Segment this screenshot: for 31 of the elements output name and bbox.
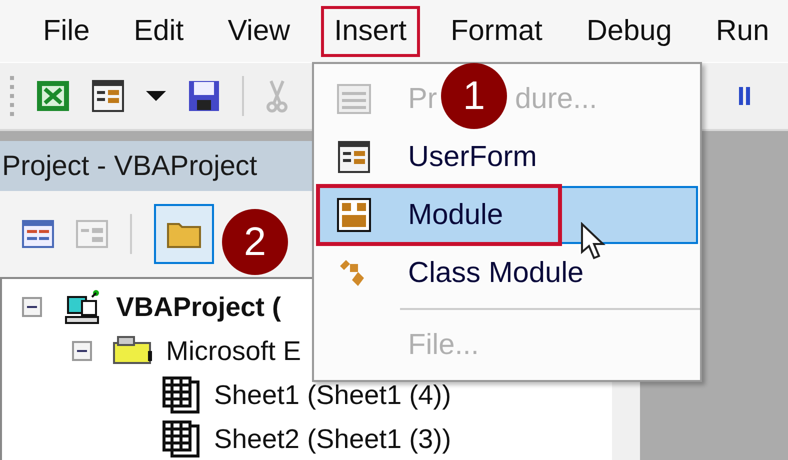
menu-item[interactable]: Run (702, 6, 782, 56)
menu-option[interactable]: UserForm (408, 140, 537, 172)
menu-option[interactable]: Class Module (408, 256, 584, 288)
pause-icon[interactable] (738, 86, 752, 106)
folder-icon (167, 220, 201, 248)
procedure-icon (337, 84, 371, 114)
menu-item[interactable]: View (214, 6, 304, 56)
sheet-icon (162, 376, 202, 414)
save-icon[interactable] (188, 80, 220, 112)
menu-option[interactable]: Module (408, 198, 504, 230)
menu-item[interactable]: Edit (120, 6, 197, 56)
collapse-toggle[interactable] (22, 297, 42, 317)
tree-item[interactable]: VBAProject ( (116, 292, 282, 322)
module-icon (337, 198, 371, 232)
cursor-icon (580, 222, 606, 262)
toggle-folders-button[interactable] (154, 204, 214, 264)
spreadsheet-icon[interactable] (36, 80, 70, 112)
tree-item[interactable]: Sheet1 (Sheet1 (4)) (214, 380, 452, 410)
view-code-icon[interactable] (22, 220, 54, 248)
dropdown-caret-icon[interactable] (146, 91, 166, 101)
menu-item[interactable]: File (30, 6, 103, 56)
collapse-toggle[interactable] (72, 341, 92, 361)
folder-icon (112, 335, 154, 367)
tree-item[interactable]: Microsoft E (166, 336, 302, 366)
menu-item[interactable]: Debug (573, 6, 685, 56)
toolbar-grip[interactable] (10, 76, 14, 116)
tree-item[interactable]: Sheet2 (Sheet1 (3)) (214, 424, 452, 454)
menu-item[interactable]: Format (438, 6, 556, 56)
form-icon (338, 141, 370, 173)
menu-item[interactable]: Insert (321, 6, 420, 56)
form-icon (92, 80, 124, 112)
